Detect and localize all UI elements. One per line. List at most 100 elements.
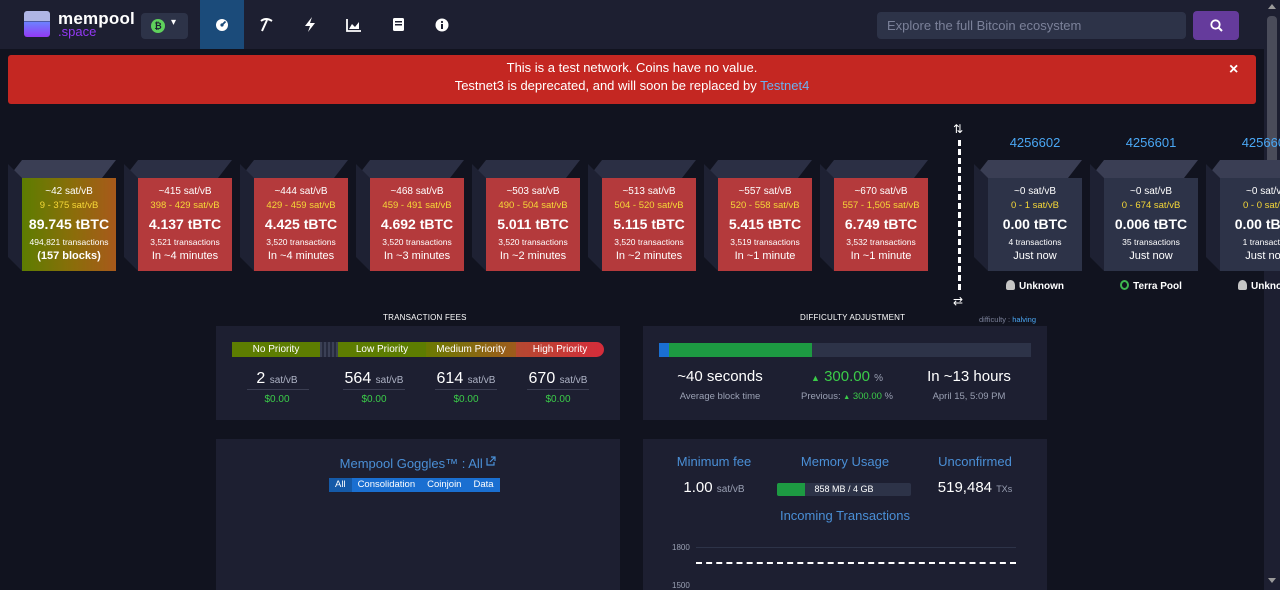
goggles-tab-data[interactable]: Data <box>467 478 500 492</box>
nav-lightning[interactable] <box>288 0 332 49</box>
block-median-fee: ~0 sat/vB <box>1014 186 1056 197</box>
medium-priority-bar: Medium Priority <box>426 342 516 357</box>
pool-logo-icon <box>1006 280 1015 290</box>
fee-unit: sat/vB <box>375 375 404 386</box>
nav-graphs[interactable] <box>332 0 376 49</box>
goggles-panel: Mempool Goggles™ : All All Consolidation… <box>216 439 620 590</box>
block-side-face <box>472 164 486 271</box>
block-top-face <box>974 160 1082 178</box>
block-front-face: ~415 sat/vB 398 - 429 sat/vB 4.137 tBTC 3,5… <box>138 178 232 271</box>
memory-usage-text: 858 MB / 4 GB <box>814 484 874 494</box>
logo-subtext: .space <box>58 24 97 39</box>
arrow-updown-icon[interactable]: ⇅ <box>953 122 963 136</box>
goggles-title[interactable]: Mempool Goggles™ : All <box>216 456 620 471</box>
high-priority-bar: High Priority <box>516 342 604 357</box>
block-size: 5.115 tBTC <box>613 216 685 232</box>
average-block-time: ~40 seconds <box>677 368 763 385</box>
block-tx-count: 4 transactions <box>1008 237 1062 247</box>
block-height-link[interactable]: 4256600 <box>1220 135 1280 150</box>
blockchain-divider <box>958 140 961 290</box>
no-priority-fee: 2 sat/vB <box>232 370 322 388</box>
block-eta: In ~4 minutes <box>267 250 335 262</box>
block-fee-span: 520 - 558 sat/vB <box>730 200 800 211</box>
block-front-face: ~503 sat/vB 490 - 504 sat/vB 5.011 tBTC 3,5… <box>486 178 580 271</box>
unconfirmed-value: 519,484 TXs <box>919 479 1031 496</box>
arrow-swap-icon[interactable]: ⇄ <box>953 294 963 308</box>
external-link-icon[interactable] <box>486 456 496 466</box>
block-median-fee: ~503 sat/vB <box>506 186 560 197</box>
block-side-face <box>240 164 254 271</box>
mining-pool-link[interactable]: Unknown <box>1220 280 1280 292</box>
block-eta: In ~2 minutes <box>499 250 567 262</box>
incoming-tx-threshold-line <box>696 562 1016 564</box>
block-eta: In ~2 minutes <box>615 250 683 262</box>
goggles-title-text[interactable]: Mempool Goggles™ : All <box>340 456 483 471</box>
high-priority-fee: 670 sat/vB <box>513 370 603 388</box>
block-top-face <box>8 160 116 178</box>
block-front-face: ~0 sat/vB 0 - 1 sat/vB 0.00 tBTC 4 transact… <box>988 178 1082 271</box>
block-front-face: ~42 sat/vB 9 - 375 sat/vB 89.745 tBTC 494,8… <box>22 178 116 271</box>
block-top-face <box>704 160 812 178</box>
block-tx-count: 3,519 transactions <box>730 237 800 247</box>
block-front-face: ~557 sat/vB 520 - 558 sat/vB 5.415 tBTC 3,5… <box>718 178 812 271</box>
min-fee-unit: sat/vB <box>716 484 745 495</box>
nav-mining[interactable] <box>244 0 288 49</box>
close-icon[interactable]: × <box>1229 61 1238 79</box>
grid-line <box>696 547 1016 548</box>
mempool-logo[interactable]: mempool .space <box>24 9 135 39</box>
block-median-fee: ~513 sat/vB <box>622 186 676 197</box>
difficulty-halving-toggle[interactable]: difficulty : halving <box>979 315 1036 324</box>
pickaxe-icon <box>259 18 273 32</box>
page-scrollbar[interactable] <box>1264 0 1280 590</box>
block-fee-span: 0 - 1 sat/vB <box>1010 200 1060 211</box>
goggles-tab-coinjoin[interactable]: Coinjoin <box>421 478 468 492</box>
alert-text: This is a test network. Coins have no va… <box>506 60 758 75</box>
block-top-face <box>356 160 464 178</box>
testnet-alert: This is a test network. Coins have no va… <box>8 55 1256 104</box>
fee-value: 614 <box>436 370 464 387</box>
caret-up-icon: ▲ <box>843 394 851 401</box>
nav-dashboard[interactable] <box>200 0 244 49</box>
block-size: 6.749 tBTC <box>844 216 918 232</box>
block-height-link[interactable]: 4256601 <box>1104 135 1198 150</box>
scroll-down-icon[interactable] <box>1268 578 1276 583</box>
goggles-tab-all[interactable]: All <box>329 478 352 492</box>
goggles-tab-consolidation[interactable]: Consolidation <box>351 478 422 492</box>
block-side-face <box>8 164 22 271</box>
block-size: 4.425 tBTC <box>264 216 338 232</box>
scroll-up-icon[interactable] <box>1268 4 1276 9</box>
block-median-fee: ~468 sat/vB <box>390 186 444 197</box>
pool-logo-icon <box>1238 280 1247 290</box>
network-selector[interactable]: ₿ ▾ <box>141 13 188 39</box>
nav-docs[interactable] <box>376 0 420 49</box>
block-height-link[interactable]: 4256602 <box>988 135 1082 150</box>
halving-toggle-link[interactable]: halving <box>1012 315 1036 324</box>
nav-about[interactable] <box>420 0 464 49</box>
no-priority-usd: $0.00 <box>264 394 290 405</box>
block-side-face <box>356 164 370 271</box>
block-tx-count: 3,520 transactions <box>614 237 684 247</box>
block-side-face <box>1206 164 1220 271</box>
fee-divider <box>247 389 309 390</box>
low-priority-usd: $0.00 <box>361 394 387 405</box>
mining-pool-link[interactable]: Terra Pool <box>1104 280 1198 292</box>
bitcoin-icon: ₿ <box>151 19 165 33</box>
difficulty-toggle-label[interactable]: difficulty <box>979 315 1006 324</box>
block-fee-span: 490 - 504 sat/vB <box>498 200 568 211</box>
min-fee-value: 1.00 sat/vB <box>655 479 773 496</box>
pool-logo-icon <box>1120 280 1130 290</box>
difficulty-progress-bar <box>659 343 1031 357</box>
mining-pool-link[interactable]: Unknown <box>988 280 1082 292</box>
previous-unit: % <box>884 391 893 402</box>
fee-value: 2 <box>256 370 266 387</box>
block-front-face: ~513 sat/vB 504 - 520 sat/vB 5.115 tBTC 3,5… <box>602 178 696 271</box>
block-fee-span: 398 - 429 sat/vB <box>150 200 220 211</box>
alert-text-prefix: Testnet3 is deprecated, and will soon be… <box>454 78 761 93</box>
pool-name: Terra Pool <box>1133 281 1182 292</box>
search-button[interactable] <box>1193 11 1239 40</box>
block-eta: In ~4 minutes <box>151 250 219 262</box>
search-input[interactable] <box>877 12 1186 39</box>
block-tx-count: 3,520 transactions <box>382 237 452 247</box>
incoming-transactions-title: Incoming Transactions <box>779 508 911 523</box>
testnet4-link[interactable]: Testnet4 <box>760 78 809 93</box>
